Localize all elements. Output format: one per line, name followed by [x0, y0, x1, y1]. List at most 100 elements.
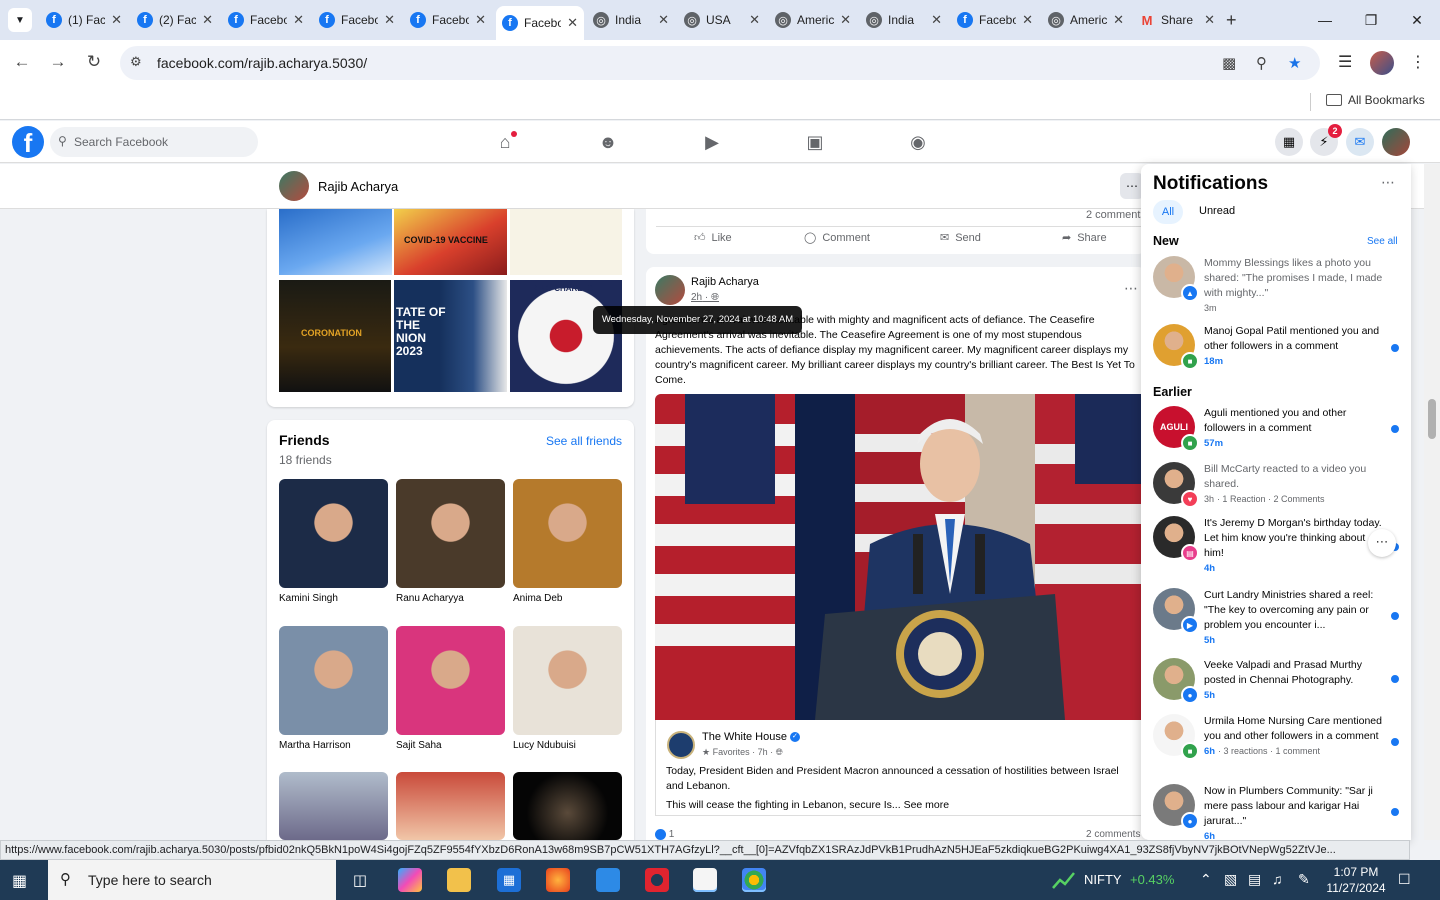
photo-thumbnail[interactable] — [279, 209, 392, 275]
notification-item[interactable]: ▤ It's Jeremy D Morgan's birthday today. … — [1153, 516, 1403, 576]
facebook-logo-icon[interactable]: f — [12, 126, 44, 158]
browser-menu-icon[interactable]: ⋮ — [1410, 52, 1426, 72]
bookmark-star-icon[interactable]: ★ — [1288, 54, 1301, 72]
minimize-icon[interactable]: — — [1310, 8, 1340, 32]
restore-icon[interactable]: ❐ — [1356, 8, 1386, 32]
forward-icon[interactable]: → — [46, 52, 70, 72]
browser-tab[interactable]: ◎ America ✕ — [1042, 6, 1130, 34]
browser-tab[interactable]: f Facebook ✕ — [222, 6, 310, 34]
friend-name[interactable]: Anima Deb — [513, 593, 622, 604]
friend-photo[interactable] — [513, 626, 622, 735]
messenger-icon[interactable]: ⚡ 2 — [1310, 124, 1342, 156]
nav-marketplace-icon[interactable]: ▣ — [795, 129, 835, 155]
firefox-icon[interactable] — [546, 868, 570, 892]
tab-unread[interactable]: Unread — [1199, 205, 1235, 217]
friend-tile[interactable] — [396, 772, 505, 840]
white-house-logo[interactable] — [667, 731, 695, 759]
friend-tile[interactable]: Lucy Ndubuisi — [513, 626, 622, 751]
back-icon[interactable]: ← — [10, 52, 34, 72]
see-all-link[interactable]: See all — [1367, 236, 1398, 247]
site-info-icon[interactable]: ⚙ — [130, 54, 142, 70]
post-options-icon[interactable]: ⋯ — [1124, 280, 1138, 297]
post-author-name[interactable]: Rajib Acharya — [691, 276, 759, 288]
friend-tile[interactable]: Ranu Acharyya — [396, 479, 505, 604]
friend-tile[interactable] — [513, 772, 622, 840]
post-timestamp[interactable]: 2h · 🌐︎ — [691, 292, 719, 303]
browser-tab[interactable]: ◎ India ✕ — [860, 6, 948, 34]
friend-photo[interactable] — [279, 626, 388, 735]
browser-tab[interactable]: f Facebook ✕ — [313, 6, 401, 34]
browser-tab[interactable]: f (2) Facebook ✕ — [131, 6, 219, 34]
post-likes[interactable]: 1 — [655, 829, 674, 840]
notification-item[interactable]: ♥ Bill McCarty reacted to a video you sha… — [1153, 462, 1403, 522]
friend-photo[interactable] — [279, 479, 388, 588]
tab-close-icon[interactable]: ✕ — [1204, 12, 1215, 28]
notification-item[interactable]: AGULI ■ Aguli mentioned you and other foll… — [1153, 406, 1403, 466]
notifications-options-icon[interactable]: ⋯ — [1381, 174, 1395, 191]
notification-item[interactable]: ▶ Curt Landry Ministries shared a reel: "… — [1153, 588, 1403, 648]
tab-close-icon[interactable]: ✕ — [111, 12, 122, 28]
tab-all[interactable]: All — [1153, 200, 1183, 224]
comment-button[interactable]: ◯ Comment — [804, 231, 870, 245]
notification-item[interactable]: ● Now in Plumbers Community: "Sar ji mere… — [1153, 784, 1403, 840]
see-all-friends-link[interactable]: See all friends — [546, 434, 622, 448]
facebook-search[interactable]: ⚲ — [50, 127, 258, 157]
task-view-icon[interactable]: ◫ — [348, 868, 372, 892]
post-comments-count[interactable]: 2 comments — [1086, 829, 1140, 840]
photo-thumbnail[interactable]: COVID-19 VACCINE — [394, 209, 507, 275]
browser-tab[interactable]: ◎ India ✕ — [587, 6, 675, 34]
photo-thumbnail[interactable] — [510, 209, 622, 275]
notification-item[interactable]: ● Veeke Valpadi and Prasad Murthy posted … — [1153, 658, 1403, 718]
friend-name[interactable]: Kamini Singh — [279, 593, 388, 604]
nav-video-icon[interactable]: ▶ — [692, 129, 732, 155]
scrollbar-thumb[interactable] — [1428, 399, 1436, 439]
nav-home-icon[interactable]: ⌂ — [485, 129, 525, 155]
send-button[interactable]: ✉ Send — [940, 231, 981, 245]
file-explorer-icon[interactable] — [447, 868, 471, 892]
friend-tile[interactable] — [279, 772, 388, 840]
menu-grid-icon[interactable]: ▦ — [1275, 128, 1303, 156]
shared-post-image[interactable] — [655, 394, 1146, 720]
facebook-search-input[interactable] — [74, 127, 254, 157]
tab-close-icon[interactable]: ✕ — [567, 15, 578, 31]
nav-friends-icon[interactable]: ☻ — [588, 129, 628, 155]
taskbar-search-input[interactable] — [88, 870, 288, 890]
friend-tile[interactable]: Sajit Saha — [396, 626, 505, 751]
tray-device-icon[interactable]: ▧ — [1224, 871, 1237, 888]
all-bookmarks-button[interactable]: All Bookmarks — [1326, 93, 1425, 107]
zoom-icon[interactable]: ⚲ — [1256, 54, 1267, 72]
taskbar-clock[interactable]: 1:07 PM 11/27/2024 — [1326, 864, 1386, 896]
photo-thumbnail[interactable]: KING CHARLES III — [510, 280, 622, 392]
facebook-account-avatar[interactable] — [1382, 128, 1410, 156]
reload-icon[interactable]: ↻ — [82, 52, 106, 72]
tab-close-icon[interactable]: ✕ — [931, 12, 942, 28]
notification-center-icon[interactable]: ☐ — [1398, 871, 1411, 888]
nav-gaming-icon[interactable]: ◉ — [898, 129, 938, 155]
profile-avatar[interactable] — [279, 171, 309, 201]
media-control-icon[interactable]: ☰ — [1338, 52, 1352, 72]
friend-tile[interactable]: Martha Harrison — [279, 626, 388, 751]
tab-close-icon[interactable]: ✕ — [1022, 12, 1033, 28]
post-author-avatar[interactable] — [655, 275, 685, 305]
share-button[interactable]: ➦ Share — [1062, 231, 1107, 245]
pen-icon[interactable]: ✎ — [1298, 871, 1310, 888]
close-window-icon[interactable]: ✕ — [1402, 8, 1432, 32]
install-app-icon[interactable]: ▩ — [1222, 54, 1236, 72]
tab-close-icon[interactable]: ✕ — [202, 12, 213, 28]
browser-tab[interactable]: ◎ America ✕ — [769, 6, 857, 34]
browser-tab[interactable]: M Share ✕ — [1133, 6, 1221, 34]
volume-icon[interactable]: ♫ — [1272, 871, 1283, 887]
friend-tile[interactable]: Anima Deb — [513, 479, 622, 604]
photo-thumbnail[interactable]: TATE OF THE NION 2023 — [394, 280, 507, 392]
see-more-link[interactable]: See more — [904, 799, 950, 811]
like-button[interactable]: 👍︎ Like — [694, 231, 732, 245]
windows-start-icon[interactable]: ▦ — [12, 871, 27, 891]
browser-tab[interactable]: ◎ USA ✕ — [678, 6, 766, 34]
notification-item[interactable]: ▲ Mommy Blessings likes a photo you share… — [1153, 256, 1403, 316]
photo-thumbnail[interactable]: CORONATION — [279, 280, 391, 392]
browser-tab[interactable]: f (1) Facebook ✕ — [40, 6, 128, 34]
browser-tab[interactable]: f Facebook ✕ — [951, 6, 1039, 34]
friend-photo[interactable] — [513, 479, 622, 588]
tab-close-icon[interactable]: ✕ — [293, 12, 304, 28]
friend-name[interactable]: Sajit Saha — [396, 740, 505, 751]
